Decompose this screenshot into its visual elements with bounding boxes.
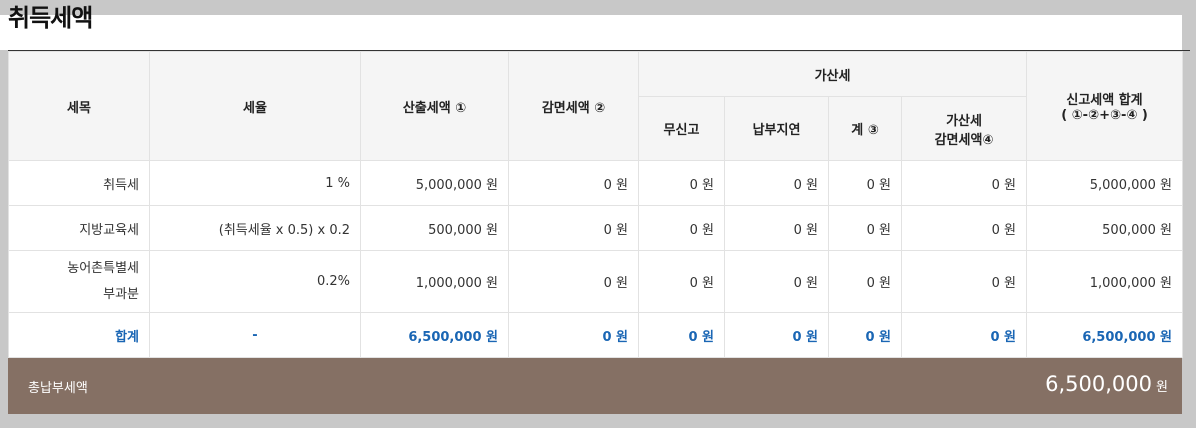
total-payment-label: 총납부세액 bbox=[28, 381, 88, 396]
header-item: 세목 bbox=[8, 51, 150, 161]
cell-late-payment: 0 원 bbox=[724, 250, 829, 313]
header-calculated-tax: 산출세액 ① bbox=[360, 51, 509, 161]
total-row: 합계 - 6,500,000 원 0 원 0 원 0 원 0 원 0 원 6,5… bbox=[8, 312, 1184, 358]
total-payment-bar: 총납부세액 6,500,000 원 bbox=[8, 358, 1182, 414]
cell-penalty-reduction: 0 원 bbox=[900, 160, 1028, 206]
total-payment-value: 6,500,000 bbox=[1045, 372, 1153, 396]
total-no-report: 0 원 bbox=[638, 312, 725, 358]
cell-penalty-reduction: 0 원 bbox=[900, 250, 1028, 313]
cell-item: 지방교육세 bbox=[8, 205, 150, 251]
cell-total: 500,000 원 bbox=[1026, 205, 1184, 251]
header-total-label: 신고세액 합계 bbox=[1066, 93, 1143, 108]
cell-rate: 0.2% bbox=[149, 250, 361, 313]
total-reduced-tax: 0 원 bbox=[508, 312, 639, 358]
total-late-payment: 0 원 bbox=[724, 312, 829, 358]
header-penalty-group: 가산세 bbox=[637, 51, 1028, 97]
total-penalty-reduction: 0 원 bbox=[900, 312, 1028, 358]
total-payment-unit: 원 bbox=[1156, 380, 1168, 395]
header-penalty-reduction-line1: 가산세 bbox=[946, 113, 982, 129]
cell-total: 1,000,000 원 bbox=[1026, 250, 1184, 313]
total-item: 합계 bbox=[8, 312, 150, 358]
total-payment-amount: 6,500,000 원 bbox=[1045, 372, 1168, 396]
cell-no-report: 0 원 bbox=[638, 205, 725, 251]
total-calculated-tax: 6,500,000 원 bbox=[360, 312, 509, 358]
page-title: 취득세액 bbox=[8, 4, 93, 32]
cell-calculated-tax: 500,000 원 bbox=[360, 205, 509, 251]
cell-penalty-sum: 0 원 bbox=[828, 250, 902, 313]
header-late-payment: 납부지연 bbox=[724, 96, 829, 161]
cell-rate: (취득세율 x 0.5) x 0.2 bbox=[149, 205, 361, 251]
header-reduced-tax: 감면세액 ② bbox=[508, 51, 639, 161]
cell-item-line1: 농어촌특별세 bbox=[67, 260, 139, 276]
cell-no-report: 0 원 bbox=[638, 250, 725, 313]
cell-late-payment: 0 원 bbox=[724, 160, 829, 206]
cell-item-line2: 부과분 bbox=[103, 286, 139, 302]
total-declared-tax: 6,500,000 원 bbox=[1026, 312, 1184, 358]
cell-item: 농어촌특별세 부과분 bbox=[8, 250, 150, 313]
table-row: 취득세 1 % 5,000,000 원 0 원 0 원 0 원 0 원 0 원 … bbox=[8, 160, 1184, 206]
header-strip bbox=[82, 15, 1182, 50]
table-row: 지방교육세 (취득세율 x 0.5) x 0.2 500,000 원 0 원 0… bbox=[8, 205, 1184, 251]
cell-penalty-reduction: 0 원 bbox=[900, 205, 1028, 251]
header-total-formula: ( ①-②+③-④ ) bbox=[1061, 108, 1148, 123]
cell-penalty-sum: 0 원 bbox=[828, 160, 902, 206]
cell-reduced-tax: 0 원 bbox=[508, 205, 639, 251]
total-penalty-sum: 0 원 bbox=[828, 312, 902, 358]
total-rate: - bbox=[149, 312, 361, 358]
tax-table: 세목 세율 산출세액 ① 감면세액 ② 가산세 신고세액 합계 ( ①-②+③-… bbox=[8, 51, 1184, 358]
cell-rate: 1 % bbox=[149, 160, 361, 206]
header-penalty-reduction: 가산세 감면세액④ bbox=[900, 96, 1028, 161]
cell-no-report: 0 원 bbox=[638, 160, 725, 206]
header-rate: 세율 bbox=[149, 51, 361, 161]
cell-total: 5,000,000 원 bbox=[1026, 160, 1184, 206]
acquisition-tax-panel: 취득세액 세목 세율 산출세액 ① 감면세액 ② 가산세 신고세액 합계 ( ①… bbox=[0, 0, 1196, 428]
cell-calculated-tax: 1,000,000 원 bbox=[360, 250, 509, 313]
table-row: 농어촌특별세 부과분 0.2% 1,000,000 원 0 원 0 원 0 원 … bbox=[8, 250, 1184, 313]
cell-reduced-tax: 0 원 bbox=[508, 250, 639, 313]
header-no-report: 무신고 bbox=[638, 96, 725, 161]
cell-item: 취득세 bbox=[8, 160, 150, 206]
header-penalty-reduction-line2: 감면세액④ bbox=[934, 132, 994, 148]
cell-reduced-tax: 0 원 bbox=[508, 160, 639, 206]
cell-penalty-sum: 0 원 bbox=[828, 205, 902, 251]
header-total: 신고세액 합계 ( ①-②+③-④ ) bbox=[1026, 51, 1184, 161]
header-penalty-sum: 계 ③ bbox=[828, 96, 902, 161]
cell-late-payment: 0 원 bbox=[724, 205, 829, 251]
cell-calculated-tax: 5,000,000 원 bbox=[360, 160, 509, 206]
